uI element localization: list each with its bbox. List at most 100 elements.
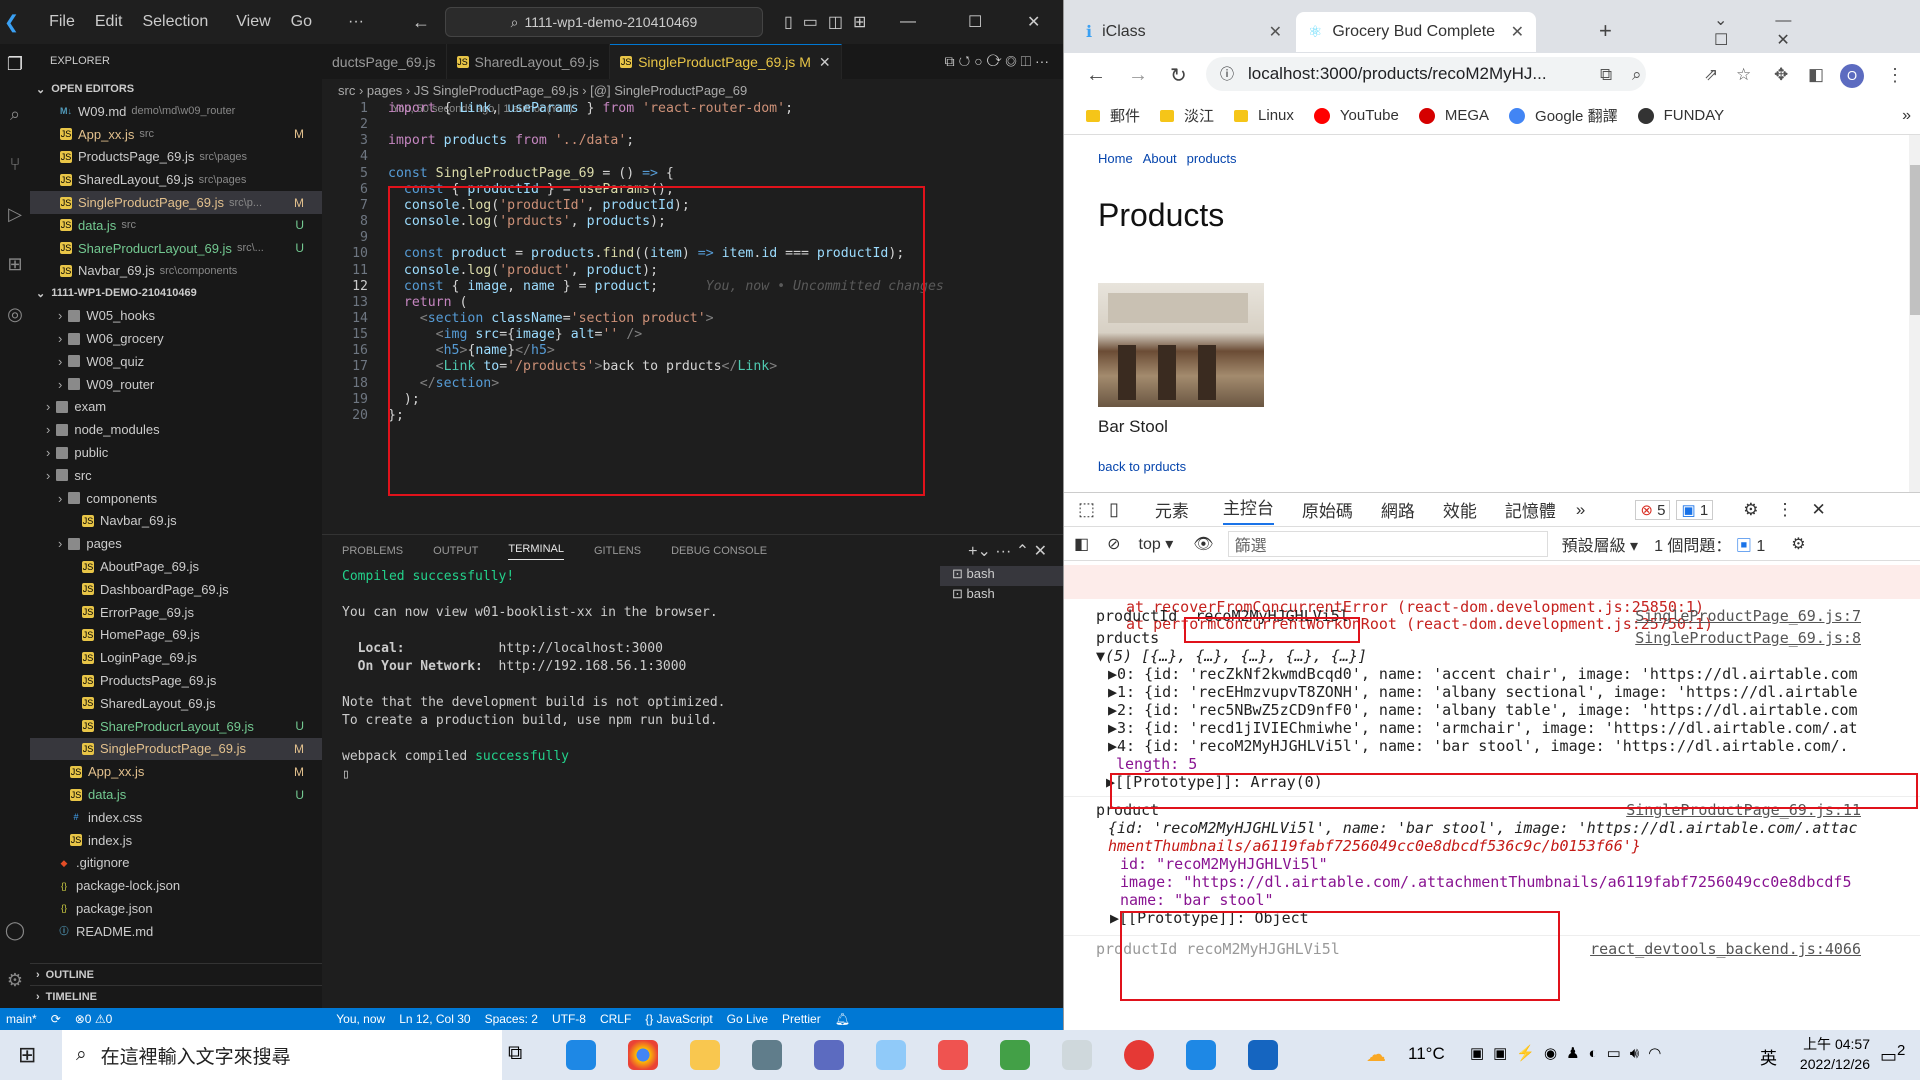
outline-header[interactable]: › OUTLINE bbox=[30, 963, 322, 985]
close-icon[interactable]: ✕ bbox=[1027, 12, 1040, 32]
menu-go[interactable]: Go bbox=[291, 13, 312, 31]
problems-status[interactable]: ⊗0 ⚠0 bbox=[75, 1012, 113, 1026]
file-item[interactable]: JS ProductsPage_69.js bbox=[30, 669, 322, 692]
address-bar[interactable]: ⓘ localhost:3000/products/recoM2MyHJ... bbox=[1206, 57, 1646, 91]
devtools-menu-icon[interactable]: ⋮ bbox=[1776, 500, 1793, 520]
chrome-menu-icon[interactable]: ⋮ bbox=[1886, 65, 1904, 86]
tab-debug-console[interactable]: DEBUG CONSOLE bbox=[671, 545, 767, 557]
product-object-1[interactable]: {id: 'recoM2MyHJGHLVi5l', name: 'bar sto… bbox=[1064, 819, 1920, 837]
tab-memory[interactable]: 記憶體 bbox=[1505, 497, 1556, 522]
file-item[interactable]: JS Navbar_69.js bbox=[30, 510, 322, 533]
eol-status[interactable]: CRLF bbox=[600, 1012, 631, 1026]
console-settings-icon[interactable]: ⚙ bbox=[1791, 534, 1805, 554]
tab-grocery[interactable]: ⚛ Grocery Bud Complete ✕ bbox=[1296, 12, 1536, 52]
file-explorer-icon[interactable] bbox=[690, 1040, 720, 1070]
bookmark-item[interactable]: FUNDAY bbox=[1637, 107, 1724, 124]
app-icon[interactable] bbox=[1062, 1040, 1092, 1070]
task-view-icon[interactable]: ⧉ bbox=[508, 1042, 522, 1065]
tab-problems[interactable]: PROBLEMS bbox=[342, 545, 403, 557]
search-activity-icon[interactable]: ⌕ bbox=[3, 104, 27, 128]
bookmark-item[interactable]: YouTube bbox=[1313, 107, 1399, 124]
windows-start-icon[interactable]: ⊞ bbox=[18, 1042, 36, 1068]
info-badge[interactable]: ▣ 1 bbox=[1676, 499, 1714, 520]
tab-sources[interactable]: 原始碼 bbox=[1302, 497, 1353, 522]
array-item[interactable]: ▶4: {id: 'recoM2MyHJGHLVi5l', name: 'bar… bbox=[1064, 737, 1920, 755]
gitlens-icon[interactable]: ◎ bbox=[3, 304, 27, 328]
explorer-icon[interactable]: ❐ bbox=[3, 54, 27, 78]
folder-item[interactable]: › exam bbox=[30, 396, 322, 419]
devtools-settings-icon[interactable]: ⚙ bbox=[1743, 500, 1758, 520]
device-icon[interactable]: ▯ bbox=[1109, 499, 1119, 520]
tab-more[interactable]: » bbox=[1576, 500, 1585, 520]
array-item[interactable]: ▶1: {id: 'recEHmzvupvT8ZONH', name: 'alb… bbox=[1064, 683, 1920, 701]
breadcrumb[interactable]: src › pages › JS SingleProductPage_69.js… bbox=[322, 79, 1063, 101]
menu-selection[interactable]: Selection bbox=[142, 13, 208, 31]
file-item[interactable]: JS LoginPage_69.js bbox=[30, 646, 322, 669]
file-item[interactable]: ◆ .gitignore bbox=[30, 852, 322, 875]
source-link[interactable]: SingleProductPage_69.js:8 bbox=[1635, 629, 1861, 647]
settings-gear-icon[interactable]: ⚙ bbox=[3, 970, 27, 994]
file-item[interactable]: JS DashboardPage_69.js bbox=[30, 578, 322, 601]
branch-status[interactable]: main* bbox=[6, 1012, 37, 1026]
file-item[interactable]: JS data.js U bbox=[30, 783, 322, 806]
terminal-item[interactable]: ⊡ bash bbox=[940, 586, 1063, 606]
log-level-select[interactable]: 預設層級 ▾ bbox=[1562, 532, 1639, 556]
issues-button[interactable]: 1 個問題： ▣ 1 bbox=[1654, 532, 1765, 556]
bookmark-item[interactable]: Google 翻譯 bbox=[1509, 105, 1618, 126]
back-icon[interactable]: ← bbox=[1086, 64, 1106, 87]
tab-network[interactable]: 網路 bbox=[1381, 497, 1415, 522]
ime-indicator[interactable]: 英 bbox=[1760, 1044, 1777, 1069]
context-select[interactable]: top ▾ bbox=[1139, 534, 1174, 554]
nav-back-icon[interactable]: ← bbox=[412, 12, 430, 33]
source-link[interactable]: SingleProductPage_69.js:7 bbox=[1635, 607, 1861, 625]
line-icon[interactable] bbox=[1000, 1040, 1030, 1070]
menu-edit[interactable]: Edit bbox=[95, 13, 123, 31]
error-badge[interactable]: ⊗ 5 bbox=[1635, 499, 1671, 520]
bookmarks-more-icon[interactable]: » bbox=[1902, 107, 1911, 125]
tab-elements[interactable]: 元素 bbox=[1155, 497, 1189, 522]
folder-item[interactable]: › W08_quiz bbox=[30, 350, 322, 373]
page-scrollbar[interactable] bbox=[1909, 135, 1920, 492]
tab-close-icon[interactable]: ✕ bbox=[1269, 22, 1282, 42]
tab-close-icon[interactable]: ✕ bbox=[1511, 22, 1524, 42]
taskbar-search[interactable]: ⌕ 在這裡輸入文字來搜尋 bbox=[62, 1030, 502, 1080]
folder-item[interactable]: › node_modules bbox=[30, 418, 322, 441]
new-tab-icon[interactable]: + bbox=[1599, 18, 1612, 44]
nav-home[interactable]: Home bbox=[1098, 151, 1133, 166]
sidebar-toggle-icon[interactable]: ◧ bbox=[1074, 534, 1089, 554]
file-item[interactable]: JS AboutPage_69.js bbox=[30, 555, 322, 578]
folder-item[interactable]: › W09_router bbox=[30, 373, 322, 396]
folder-item[interactable]: › components bbox=[30, 487, 322, 510]
tray-icons[interactable]: ▣▣⚡◉♟◐▭🔊︎◠ bbox=[1470, 1044, 1670, 1062]
file-item[interactable]: {} package-lock.json bbox=[30, 874, 322, 897]
notification-icon[interactable]: ▭2 bbox=[1880, 1042, 1905, 1067]
clear-console-icon[interactable]: ⊘ bbox=[1107, 534, 1120, 554]
source-control-icon[interactable]: ⑂ bbox=[3, 154, 27, 178]
file-item[interactable]: JS index.js bbox=[30, 829, 322, 852]
inspect-icon[interactable]: ⬚ bbox=[1078, 499, 1095, 520]
live-expression-icon[interactable]: 👁︎ bbox=[1193, 534, 1213, 554]
open-editor-item[interactable]: JS data.js src U bbox=[30, 214, 322, 237]
file-item[interactable]: {} package.json bbox=[30, 897, 322, 920]
menu-more[interactable]: ··· bbox=[348, 13, 364, 31]
translate-icon[interactable]: ⧉ bbox=[1600, 65, 1612, 85]
panel-actions[interactable]: +⌄ ··· ⌃ ✕ bbox=[968, 541, 1047, 561]
tab-performance[interactable]: 效能 bbox=[1443, 497, 1477, 522]
layout-icons[interactable]: ▯▭◫⊞ bbox=[784, 12, 876, 32]
nav-products[interactable]: products bbox=[1187, 151, 1237, 166]
back-to-products-link[interactable]: back to prducts bbox=[1098, 459, 1186, 474]
tab-terminal[interactable]: TERMINAL bbox=[508, 543, 564, 560]
open-editor-item[interactable]: M↓ W09.md demo\md\w09_router bbox=[30, 100, 322, 123]
sync-icon[interactable]: ⟳ bbox=[51, 1012, 61, 1026]
folder-item[interactable]: › src bbox=[30, 464, 322, 487]
indent-status[interactable]: Spaces: 2 bbox=[485, 1012, 538, 1026]
file-item[interactable]: JS SharedLayout_69.js bbox=[30, 692, 322, 715]
tab-iclass[interactable]: ℹ iClass ✕ bbox=[1074, 12, 1294, 52]
clock[interactable]: 上午 04:57 2022/12/26 bbox=[1790, 1034, 1870, 1074]
edge-icon[interactable] bbox=[566, 1040, 596, 1070]
tab-close-icon[interactable]: ✕ bbox=[819, 54, 831, 71]
bell-icon[interactable]: 🔔︎ bbox=[835, 1012, 850, 1026]
open-editor-item[interactable]: JS Navbar_69.js src\components bbox=[30, 260, 322, 283]
file-item[interactable]: JS ErrorPage_69.js bbox=[30, 601, 322, 624]
forward-icon[interactable]: → bbox=[1128, 64, 1148, 87]
